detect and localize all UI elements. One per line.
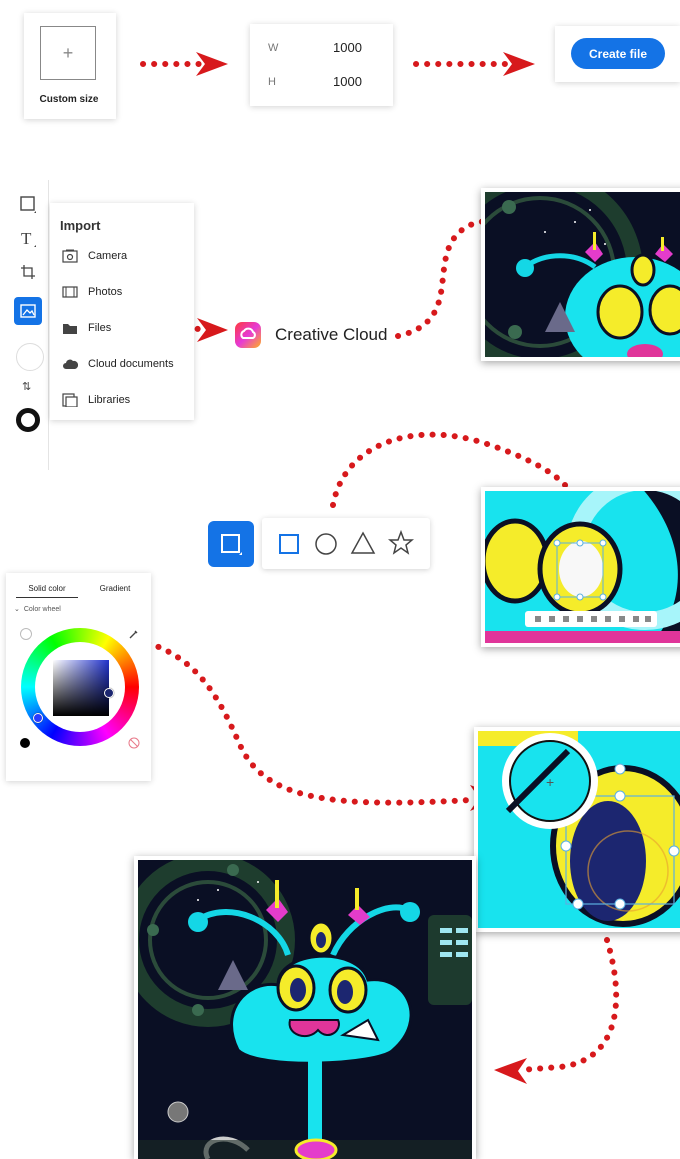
circle-shape-option-icon[interactable] bbox=[314, 532, 338, 556]
cloud-icon bbox=[60, 356, 80, 372]
shape-options-bar bbox=[262, 518, 430, 569]
color-mode-dropdown[interactable]: ⌄ Color wheel bbox=[14, 605, 61, 614]
image-tool-button[interactable] bbox=[14, 297, 42, 325]
creative-cloud-label: Creative Cloud bbox=[275, 325, 388, 344]
creative-cloud-logo-icon bbox=[235, 322, 261, 348]
rectangle-icon bbox=[221, 534, 242, 555]
arrowhead-1 bbox=[196, 52, 228, 76]
no-color-swatch[interactable] bbox=[20, 628, 32, 640]
tab-solid-color[interactable]: Solid color bbox=[16, 584, 78, 598]
arrowhead-3 bbox=[197, 318, 228, 342]
image-icon bbox=[20, 304, 36, 318]
size-fields-card: W 1000 H 1000 bbox=[250, 24, 393, 106]
toolbar: T ⇅ bbox=[0, 180, 49, 470]
arrow-zoom-to-final bbox=[517, 937, 620, 1073]
create-file-button[interactable]: Create file bbox=[571, 38, 665, 69]
import-photos-item[interactable]: Photos bbox=[60, 282, 122, 302]
crop-rotate-icon bbox=[21, 265, 35, 279]
arrowhead-2 bbox=[503, 52, 535, 76]
import-camera-item[interactable]: Camera bbox=[60, 246, 127, 266]
arrowhead-7 bbox=[494, 1058, 527, 1084]
stroke-color-swatch[interactable] bbox=[16, 408, 40, 432]
height-input[interactable]: 1000 bbox=[333, 74, 362, 89]
rectangle-tool-button[interactable] bbox=[12, 188, 44, 220]
placed-artwork-image bbox=[481, 188, 680, 361]
tab-gradient[interactable]: Gradient bbox=[86, 584, 144, 593]
import-photos-label: Photos bbox=[88, 286, 123, 298]
triangle-shape-option-icon[interactable] bbox=[350, 531, 376, 555]
svg-text:T: T bbox=[21, 229, 32, 247]
eyedropper-zoom-image: + bbox=[474, 727, 680, 932]
import-libraries-item[interactable]: Libraries bbox=[60, 390, 130, 410]
folder-icon bbox=[60, 320, 80, 336]
final-artwork-image bbox=[134, 856, 476, 1159]
text-icon: T bbox=[21, 229, 36, 247]
custom-size-tile[interactable]: + Custom size bbox=[24, 13, 116, 119]
color-wheel[interactable] bbox=[21, 628, 139, 746]
create-file-card: Create file bbox=[555, 26, 680, 82]
shape-tool-button[interactable] bbox=[208, 521, 254, 567]
libraries-icon bbox=[60, 392, 80, 408]
rectangle-icon bbox=[20, 196, 36, 213]
import-cloud-documents-label: Cloud documents bbox=[88, 358, 174, 370]
svg-text:+: + bbox=[546, 774, 554, 790]
shape-drawn-image bbox=[481, 487, 680, 647]
import-menu: Import Camera Photos Files Cloud documen… bbox=[50, 203, 194, 420]
fill-color-swatch[interactable] bbox=[16, 343, 44, 371]
swap-colors-icon[interactable]: ⇅ bbox=[22, 380, 31, 393]
transform-tool-button[interactable] bbox=[12, 256, 44, 288]
plus-icon: + bbox=[62, 42, 74, 63]
custom-size-label: Custom size bbox=[39, 94, 99, 105]
height-label: H bbox=[268, 76, 276, 88]
text-tool-button[interactable]: T bbox=[12, 222, 44, 254]
import-files-item[interactable]: Files bbox=[60, 318, 111, 338]
color-panel: Solid color Gradient ⌄ Color wheel bbox=[6, 573, 151, 781]
import-files-label: Files bbox=[88, 322, 112, 334]
camera-icon bbox=[60, 248, 80, 264]
arrow-picker-to-image bbox=[145, 640, 473, 806]
import-menu-title: Import bbox=[60, 218, 101, 233]
no-fill-icon[interactable] bbox=[128, 737, 140, 749]
width-label: W bbox=[268, 42, 279, 54]
star-shape-option-icon[interactable] bbox=[388, 530, 414, 556]
import-camera-label: Camera bbox=[88, 250, 128, 262]
chevron-down-icon: ⌄ bbox=[14, 606, 20, 613]
photos-icon bbox=[60, 284, 80, 300]
hue-handle[interactable] bbox=[33, 713, 43, 723]
color-mode-label: Color wheel bbox=[23, 605, 61, 613]
color-handle[interactable] bbox=[104, 688, 114, 698]
import-cloud-documents-item[interactable]: Cloud documents bbox=[60, 354, 174, 374]
width-input[interactable]: 1000 bbox=[333, 40, 362, 55]
custom-size-preview: + bbox=[40, 26, 96, 80]
eyedropper-icon[interactable] bbox=[128, 628, 140, 640]
saturation-brightness-square[interactable] bbox=[53, 660, 109, 716]
black-swatch[interactable] bbox=[20, 738, 30, 748]
rectangle-shape-option-icon[interactable] bbox=[278, 533, 300, 555]
import-libraries-label: Libraries bbox=[88, 394, 131, 406]
creative-cloud-option[interactable]: Creative Cloud bbox=[234, 321, 387, 349]
